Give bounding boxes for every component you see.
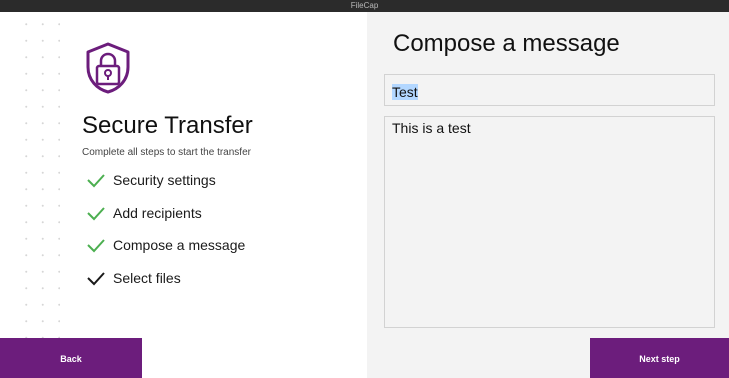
back-button[interactable]: Back xyxy=(0,338,142,378)
step-security-settings: Security settings xyxy=(86,164,245,197)
check-icon xyxy=(87,207,105,221)
step-compose-message: Compose a message xyxy=(86,229,245,262)
step-label: Select files xyxy=(113,269,181,286)
step-add-recipients: Add recipients xyxy=(86,197,245,230)
step-select-files: Select files xyxy=(86,262,245,295)
app-window: FileCap Secure Transfer Complete all ste… xyxy=(0,0,729,378)
subject-value: Test xyxy=(392,84,418,100)
subject-input[interactable]: Test xyxy=(384,74,715,106)
step-list: Security settings Add recipients Compose… xyxy=(86,164,245,294)
check-icon xyxy=(87,239,105,253)
check-icon xyxy=(87,174,105,188)
panel-heading: Secure Transfer xyxy=(82,112,253,139)
dot-pattern-decoration xyxy=(18,16,60,346)
message-value: This is a test xyxy=(392,120,471,136)
step-label: Compose a message xyxy=(113,237,246,254)
compose-title: Compose a message xyxy=(393,30,620,57)
message-textarea[interactable]: This is a test xyxy=(384,116,715,328)
panel-subheading: Complete all steps to start the transfer xyxy=(82,147,251,158)
compose-panel: Compose a message Test This is a test xyxy=(367,12,729,378)
steps-panel: Secure Transfer Complete all steps to st… xyxy=(0,12,367,378)
shield-lock-icon xyxy=(86,42,130,94)
step-label: Security settings xyxy=(113,172,216,189)
window-titlebar: FileCap xyxy=(0,0,729,12)
check-icon xyxy=(87,272,105,286)
window-title: FileCap xyxy=(350,1,379,10)
step-label: Add recipients xyxy=(113,204,202,221)
next-step-button[interactable]: Next step xyxy=(590,338,729,378)
